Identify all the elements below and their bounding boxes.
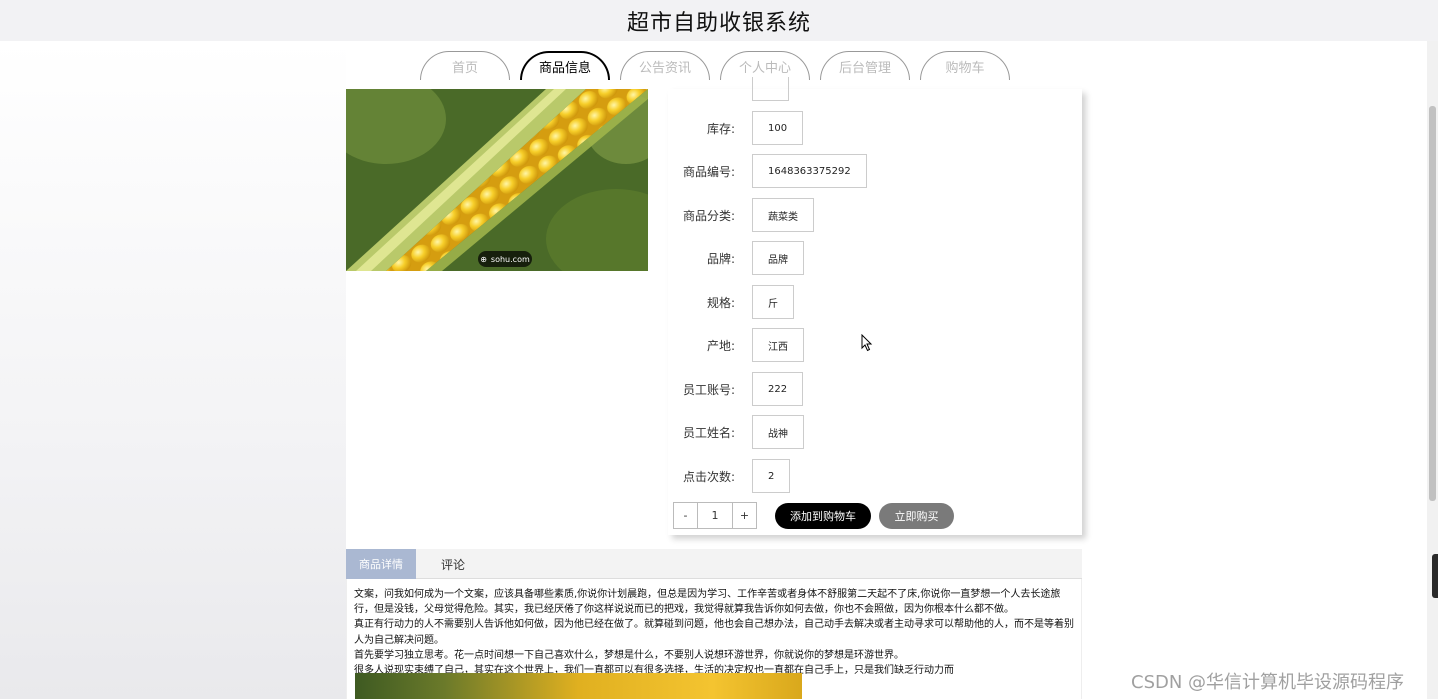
nav-tab-news[interactable]: 公告资讯 <box>620 51 710 80</box>
detail-paragraph: 首先要学习独立思考。花一点时间想一下自己喜欢什么，梦想是什么，不要别人说想环游世… <box>354 649 904 661</box>
detail-content: 文案，问我如何成为一个文案，应该具备哪些素质,你说你计划晨跑，但总是因为学习、工… <box>346 579 1082 699</box>
nav-tab-profile[interactable]: 个人中心 <box>720 51 810 80</box>
field-label: 产地: <box>706 338 735 353</box>
field-row-staff-name: 员工姓名: 战神 <box>668 415 1082 449</box>
image-source-text: sohu.com <box>490 254 530 264</box>
field-label: 员工账号: <box>682 382 735 397</box>
tab-comments[interactable]: 评论 <box>416 549 490 579</box>
buy-now-button[interactable]: 立即购买 <box>879 503 954 529</box>
side-tool-widget[interactable] <box>1432 554 1438 598</box>
quantity-decrease-button[interactable]: - <box>673 502 698 529</box>
page-background <box>0 41 346 699</box>
site-header: 超市自助收银系统 <box>0 0 1438 41</box>
field-row-staff-account: 员工账号: 222 <box>668 372 1082 406</box>
field-value: 品牌 <box>752 241 804 275</box>
field-row-stock: 库存: 100 <box>668 111 1082 145</box>
quantity-stepper: - 1 + <box>673 502 757 529</box>
field-row-spec: 规格: 斤 <box>668 285 1082 319</box>
field-value: 蔬菜类 <box>752 198 814 232</box>
page-scrollbar[interactable] <box>1427 41 1438 699</box>
field-label: 库存: <box>706 121 735 136</box>
field-label: 员工姓名: <box>682 425 735 440</box>
clipped-field-box <box>752 77 789 101</box>
field-value: 斤 <box>752 285 794 319</box>
field-row-click-count: 点击次数: 2 <box>668 459 1082 493</box>
scrollbar-thumb[interactable] <box>1429 106 1436 501</box>
corn-illustration <box>346 89 648 271</box>
quantity-input[interactable]: 1 <box>698 502 732 529</box>
field-label: 商品分类: <box>682 208 735 223</box>
detail-image <box>355 673 802 699</box>
image-source-badge: ⊕ sohu.com <box>478 251 532 267</box>
field-label: 商品编号: <box>682 164 735 179</box>
field-value: 2 <box>752 459 791 493</box>
field-row-product-code: 商品编号: 1648363375292 <box>668 154 1082 188</box>
field-label: 规格: <box>706 295 735 310</box>
nav-tab-cart[interactable]: 购物车 <box>920 51 1010 80</box>
field-value: 222 <box>752 372 804 406</box>
add-to-cart-button[interactable]: 添加到购物车 <box>775 503 871 529</box>
field-value: 1648363375292 <box>752 154 867 188</box>
product-image: ⊕ sohu.com <box>346 89 648 271</box>
main-nav: 首页 商品信息 公告资讯 个人中心 后台管理 购物车 <box>420 51 1010 80</box>
csdn-watermark: CSDN @华信计算机毕设源码程序 <box>1131 672 1405 693</box>
mouse-cursor-icon <box>861 334 873 352</box>
field-label: 点击次数: <box>682 469 735 484</box>
field-value: 战神 <box>752 415 804 449</box>
detail-tabs: 商品详情 评论 <box>346 549 1082 579</box>
nav-tab-products[interactable]: 商品信息 <box>520 51 610 80</box>
field-value: 100 <box>752 111 804 145</box>
field-row-brand: 品牌: 品牌 <box>668 241 1082 275</box>
nav-tab-admin[interactable]: 后台管理 <box>820 51 910 80</box>
tab-product-detail[interactable]: 商品详情 <box>346 549 416 579</box>
field-row-origin: 产地: 江西 <box>668 328 1082 362</box>
field-label: 品牌: <box>706 251 735 266</box>
nav-tab-home[interactable]: 首页 <box>420 51 510 80</box>
detail-paragraph: 文案，问我如何成为一个文案，应该具备哪些素质,你说你计划晨跑，但总是因为学习、工… <box>354 589 1061 616</box>
site-title: 超市自助收银系统 <box>626 10 811 36</box>
product-info-panel: 库存: 100 商品编号: 1648363375292 商品分类: 蔬菜类 品牌… <box>668 77 1082 535</box>
detail-paragraph: 真正有行动力的人不需要别人告诉他如何做，因为他已经在做了。就算碰到问题，他也会自… <box>354 619 1074 646</box>
field-row-category: 商品分类: 蔬菜类 <box>668 198 1082 232</box>
field-value: 江西 <box>752 328 804 362</box>
quantity-increase-button[interactable]: + <box>732 502 757 529</box>
globe-icon: ⊕ <box>480 254 487 264</box>
